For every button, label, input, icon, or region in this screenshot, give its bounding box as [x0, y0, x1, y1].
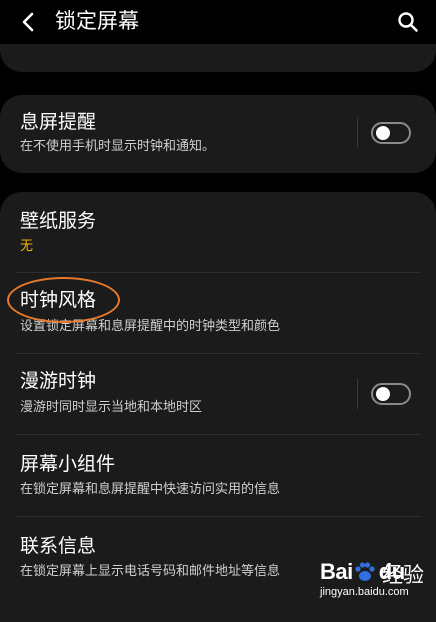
wallpaper-services-value: 无: [20, 239, 34, 254]
widgets-row[interactable]: 屏幕小组件 在锁定屏幕和息屏提醒中快速访问实用的信息: [0, 435, 436, 516]
watermark-brand: 经验: [382, 563, 424, 587]
always-on-display-title: 息屏提醒: [20, 111, 97, 133]
toggle-divider: [357, 118, 358, 148]
watermark-url: jingyan.baidu.com: [320, 586, 409, 598]
always-on-display-subtitle: 在不使用手机时显示时钟和通知。: [20, 139, 216, 154]
widgets-title: 屏幕小组件: [20, 453, 116, 475]
always-on-display-card: 息屏提醒 在不使用手机时显示时钟和通知。: [0, 95, 436, 173]
back-button[interactable]: [14, 8, 42, 36]
toggle-knob: [376, 387, 390, 401]
toggle-divider: [357, 379, 358, 409]
baidu-jingyan-watermark: Bai du 经验 jingyan.baidu.com: [320, 555, 432, 603]
paw-icon: [355, 562, 375, 581]
always-on-display-row[interactable]: 息屏提醒 在不使用手机时显示时钟和通知。: [0, 95, 436, 173]
chevron-left-icon: [22, 12, 34, 32]
clock-style-highlight-ellipse: [7, 277, 120, 323]
contact-info-subtitle: 在锁定屏幕上显示电话号码和邮件地址等信息: [20, 564, 281, 579]
page-title: 锁定屏幕: [55, 9, 139, 33]
toggle-knob: [376, 126, 390, 140]
roaming-clock-toggle[interactable]: [371, 383, 411, 405]
roaming-clock-title: 漫游时钟: [20, 370, 97, 392]
wallpaper-services-title: 壁纸服务: [20, 210, 97, 232]
search-icon: [398, 12, 418, 32]
wallpaper-services-row[interactable]: 壁纸服务 无: [0, 192, 436, 272]
roaming-clock-subtitle: 漫游时同时显示当地和本地时区: [20, 400, 203, 415]
app-header: 锁定屏幕: [0, 0, 436, 44]
search-button[interactable]: [394, 8, 422, 36]
contact-info-title: 联系信息: [20, 535, 97, 557]
always-on-display-toggle[interactable]: [371, 122, 411, 144]
widgets-subtitle: 在锁定屏幕和息屏提醒中快速访问实用的信息: [20, 482, 281, 497]
previous-card-edge: [0, 44, 436, 72]
roaming-clock-row[interactable]: 漫游时钟 漫游时同时显示当地和本地时区: [0, 354, 436, 434]
